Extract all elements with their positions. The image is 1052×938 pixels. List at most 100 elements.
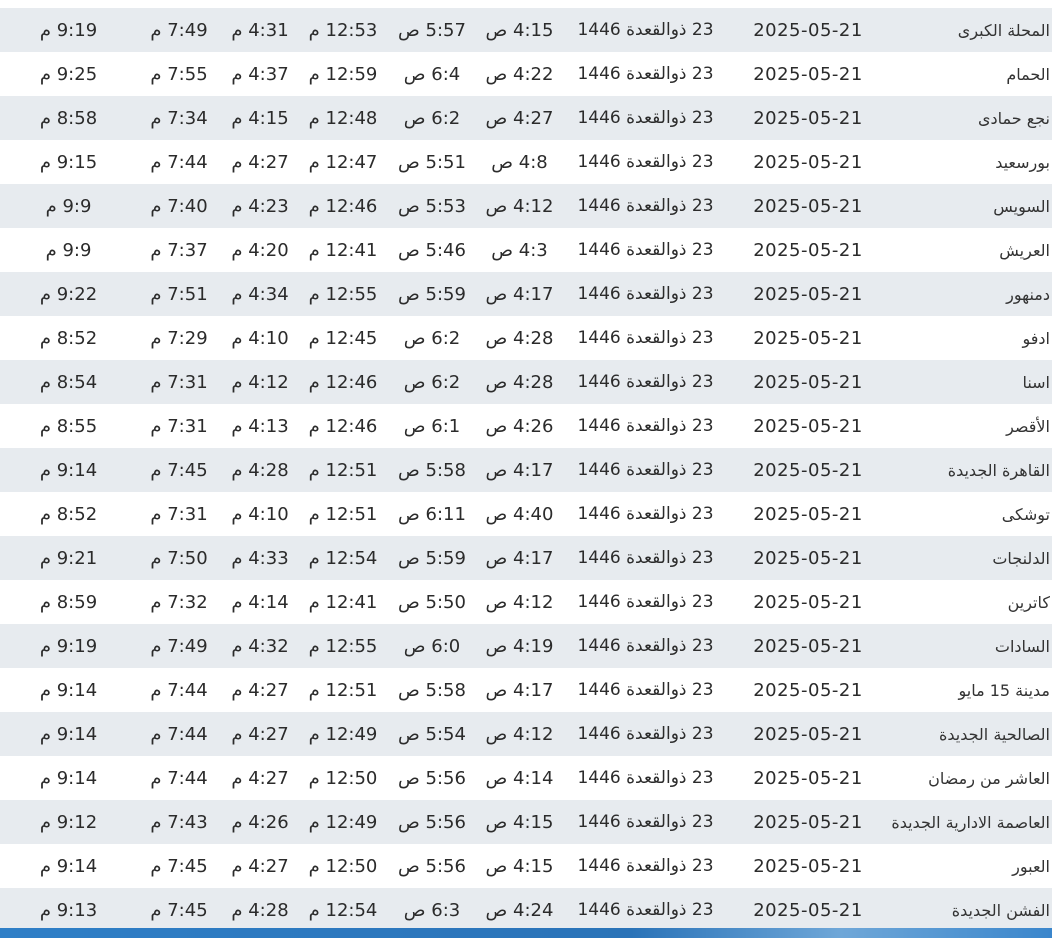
dhuhr-time-cell: 12:55 م (308, 283, 378, 305)
isha-time-cell: 9:21 م (39, 547, 98, 569)
date-cell: 2025-05-21 (753, 327, 863, 349)
dhuhr-time-cell: 12:49 م (308, 811, 378, 833)
sunrise-time-cell: 6:2 ص (403, 327, 461, 349)
dhuhr-time-cell: 12:51 م (308, 503, 378, 525)
date-cell: 2025-05-21 (753, 151, 863, 173)
fajr-time-cell: 4:40 ص (485, 503, 554, 525)
table-row: الدلنجات 2025-05-21 23 ذوالقعدة 1446 4:17 ص… (0, 536, 1052, 580)
asr-time-cell: 4:27 م (231, 855, 289, 877)
sunrise-time-cell: 6:3 ص (403, 899, 461, 921)
asr-time-cell: 4:32 م (231, 635, 289, 657)
isha-time-cell: 9:19 م (39, 19, 98, 41)
bottom-accent-bar (0, 928, 1052, 938)
asr-time-cell: 4:12 م (231, 371, 289, 393)
hijri-date-cell: 23 ذوالقعدة 1446 (577, 372, 714, 392)
maghrib-time-cell: 7:44 م (150, 151, 208, 173)
maghrib-time-cell: 7:49 م (150, 19, 208, 41)
fajr-time-cell: 4:27 ص (485, 107, 554, 129)
date-cell: 2025-05-21 (753, 415, 863, 437)
dhuhr-time-cell: 12:41 م (308, 239, 378, 261)
maghrib-time-cell: 7:40 م (150, 195, 208, 217)
sunrise-time-cell: 5:54 ص (398, 723, 466, 745)
maghrib-time-cell: 7:45 م (150, 459, 208, 481)
date-cell: 2025-05-21 (753, 591, 863, 613)
fajr-time-cell: 4:15 ص (485, 811, 554, 833)
table-row: الصالحية الجديدة 2025-05-21 23 ذوالقعدة 14… (0, 712, 1052, 756)
isha-time-cell: 9:9 م (45, 195, 92, 217)
sunrise-time-cell: 5:59 ص (398, 547, 466, 569)
date-cell: 2025-05-21 (753, 63, 863, 85)
city-cell: الفشن الجديدة (951, 900, 1050, 920)
dhuhr-time-cell: 12:50 م (308, 767, 378, 789)
table-row: مدينة 15 مايو 2025-05-21 23 ذوالقعدة 1446 4… (0, 668, 1052, 712)
city-cell: الصالحية الجديدة (938, 724, 1050, 744)
sunrise-time-cell: 6:11 ص (398, 503, 466, 525)
maghrib-time-cell: 7:45 م (150, 855, 208, 877)
asr-time-cell: 4:27 م (231, 679, 289, 701)
sunrise-time-cell: 5:51 ص (398, 151, 466, 173)
isha-time-cell: 9:22 م (39, 283, 98, 305)
fajr-time-cell: 4:17 ص (485, 679, 554, 701)
asr-time-cell: 4:10 م (231, 503, 289, 525)
date-cell: 2025-05-21 (753, 855, 863, 877)
asr-time-cell: 4:23 م (231, 195, 289, 217)
isha-time-cell: 9:14 م (39, 459, 98, 481)
table-row: دمنهور 2025-05-21 23 ذوالقعدة 1446 4:17 ص 5:… (0, 272, 1052, 316)
city-cell: العريش (999, 240, 1050, 260)
date-cell: 2025-05-21 (753, 899, 863, 921)
date-cell: 2025-05-21 (753, 723, 863, 745)
table-row: السادات 2025-05-21 23 ذوالقعدة 1446 4:19 ص 6… (0, 624, 1052, 668)
isha-time-cell: 8:52 م (39, 327, 98, 349)
sunrise-time-cell: 6:0 ص (403, 635, 461, 657)
dhuhr-time-cell: 12:54 م (308, 547, 378, 569)
maghrib-time-cell: 7:43 م (150, 811, 208, 833)
table-row: اسنا 2025-05-21 23 ذوالقعدة 1446 4:28 ص 6:2 … (0, 360, 1052, 404)
isha-time-cell: 9:9 م (45, 239, 92, 261)
fajr-time-cell: 4:8 ص (491, 151, 548, 173)
maghrib-time-cell: 7:50 م (150, 547, 208, 569)
asr-time-cell: 4:27 م (231, 151, 289, 173)
table-row: العاشر من رمضان 2025-05-21 23 ذوالقعدة 144… (0, 756, 1052, 800)
hijri-date-cell: 23 ذوالقعدة 1446 (577, 328, 714, 348)
fajr-time-cell: 4:19 ص (485, 635, 554, 657)
table-row: بورسعيد 2025-05-21 23 ذوالقعدة 1446 4:8 ص 5:… (0, 140, 1052, 184)
asr-time-cell: 4:27 م (231, 767, 289, 789)
dhuhr-time-cell: 12:46 م (308, 371, 378, 393)
maghrib-time-cell: 7:49 م (150, 635, 208, 657)
dhuhr-time-cell: 12:41 م (308, 591, 378, 613)
maghrib-time-cell: 7:29 م (150, 327, 208, 349)
hijri-date-cell: 23 ذوالقعدة 1446 (577, 152, 714, 172)
fajr-time-cell: 4:12 ص (485, 195, 554, 217)
date-cell: 2025-05-21 (753, 635, 863, 657)
sunrise-time-cell: 5:58 ص (398, 679, 466, 701)
city-cell: الأقصر (1006, 416, 1050, 436)
sunrise-time-cell: 6:4 ص (403, 63, 461, 85)
asr-time-cell: 4:10 م (231, 327, 289, 349)
dhuhr-time-cell: 12:48 م (308, 107, 378, 129)
hijri-date-cell: 23 ذوالقعدة 1446 (577, 460, 714, 480)
date-cell: 2025-05-21 (753, 283, 863, 305)
dhuhr-time-cell: 12:50 م (308, 855, 378, 877)
hijri-date-cell: 23 ذوالقعدة 1446 (577, 284, 714, 304)
hijri-date-cell: 23 ذوالقعدة 1446 (577, 900, 714, 920)
fajr-time-cell: 4:12 ص (485, 591, 554, 613)
dhuhr-time-cell: 12:45 م (308, 327, 378, 349)
fajr-time-cell: 4:26 ص (485, 415, 554, 437)
hijri-date-cell: 23 ذوالقعدة 1446 (577, 680, 714, 700)
city-cell: العاصمة الادارية الجديدة (891, 812, 1050, 832)
dhuhr-time-cell: 12:49 م (308, 723, 378, 745)
table-row: العريش 2025-05-21 23 ذوالقعدة 1446 4:3 ص 5:4… (0, 228, 1052, 272)
isha-time-cell: 8:55 م (39, 415, 98, 437)
date-cell: 2025-05-21 (753, 503, 863, 525)
table-row: العبور 2025-05-21 23 ذوالقعدة 1446 4:15 ص 5:… (0, 844, 1052, 888)
dhuhr-time-cell: 12:51 م (308, 459, 378, 481)
city-cell: القاهرة الجديدة (947, 460, 1050, 480)
date-cell: 2025-05-21 (753, 195, 863, 217)
fajr-time-cell: 4:15 ص (485, 855, 554, 877)
asr-time-cell: 4:13 م (231, 415, 289, 437)
city-cell: مدينة 15 مايو (958, 680, 1050, 700)
date-cell: 2025-05-21 (753, 767, 863, 789)
city-cell: المحلة الكبرى (957, 20, 1050, 40)
date-cell: 2025-05-21 (753, 459, 863, 481)
date-cell: 2025-05-21 (753, 371, 863, 393)
